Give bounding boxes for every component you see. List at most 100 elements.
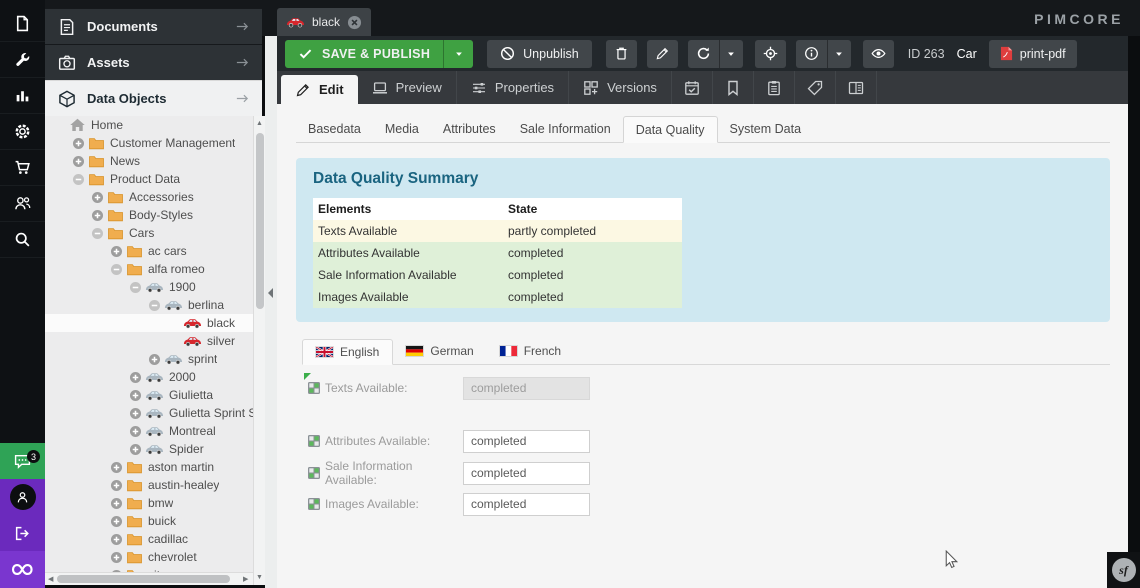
sidebar-ecommerce-button[interactable] [0, 150, 45, 186]
save-publish-button[interactable]: SAVE & PUBLISH [285, 40, 473, 68]
sidebar-documents-button[interactable] [0, 6, 45, 42]
tab-basedata[interactable]: Basedata [296, 115, 373, 142]
tree-item-body-styles[interactable]: Body-Styles [45, 206, 253, 224]
collapse-panel-arrow-icon[interactable] [268, 288, 273, 298]
info-button[interactable] [796, 40, 851, 68]
field-input[interactable]: completed [463, 493, 590, 516]
tree-vertical-scrollbar[interactable]: ▲ ▼ [253, 116, 265, 585]
expand-icon[interactable] [110, 245, 123, 258]
expand-icon[interactable] [110, 461, 123, 474]
tree-item-2000[interactable]: 2000 [45, 368, 253, 386]
scroll-left-arrow[interactable]: ◀ [48, 576, 53, 583]
tree-item-gulietta-sprint-specia[interactable]: Gulietta Sprint Specia [45, 404, 253, 422]
scroll-right-arrow[interactable]: ▶ [243, 576, 248, 583]
tab-versions[interactable]: Versions [569, 71, 672, 104]
reload-button[interactable] [688, 40, 743, 68]
tree-item-spider[interactable]: Spider [45, 440, 253, 458]
tree-item-home[interactable]: Home [45, 116, 253, 134]
expand-icon[interactable] [72, 155, 85, 168]
collapse-icon[interactable] [148, 299, 161, 312]
accordion-assets[interactable]: Assets [45, 44, 262, 80]
expand-icon[interactable] [129, 407, 142, 420]
unpublish-button[interactable]: Unpublish [487, 40, 592, 68]
tree-item-berlina[interactable]: berlina [45, 296, 253, 314]
expand-icon[interactable] [110, 497, 123, 510]
language-tab-german[interactable]: German [393, 338, 486, 364]
collapse-icon[interactable] [110, 263, 123, 276]
tree-item-product-data[interactable]: Product Data [45, 170, 253, 188]
notifications-button[interactable]: 3 [0, 443, 45, 479]
tab-media[interactable]: Media [373, 115, 431, 142]
language-tab-english[interactable]: English [302, 339, 393, 365]
tree-item-1900[interactable]: 1900 [45, 278, 253, 296]
tree-item-alfa-romeo[interactable]: alfa romeo [45, 260, 253, 278]
tree-item-cadillac[interactable]: cadillac [45, 530, 253, 548]
tree-horizontal-scrollbar[interactable]: ◀ ▶ [45, 572, 253, 585]
expand-icon[interactable] [110, 533, 123, 546]
field-input[interactable]: completed [463, 462, 590, 485]
scroll-thumb[interactable] [57, 575, 230, 583]
info-options-dropdown[interactable] [827, 40, 851, 68]
panel-splitter[interactable] [265, 36, 277, 588]
delete-button[interactable] [606, 40, 637, 68]
tree-item-austin-healey[interactable]: austin-healey [45, 476, 253, 494]
logout-button[interactable] [0, 515, 45, 551]
print-pdf-button[interactable]: print-pdf [989, 40, 1077, 68]
open-preview-button[interactable] [863, 40, 894, 68]
tree-item-silver[interactable]: silver [45, 332, 253, 350]
close-icon[interactable] [347, 15, 362, 30]
reload-options-dropdown[interactable] [719, 40, 743, 68]
sidebar-reports-button[interactable] [0, 78, 45, 114]
expand-icon[interactable] [129, 443, 142, 456]
tree-item-accessories[interactable]: Accessories [45, 188, 253, 206]
tree-item-giulietta[interactable]: Giulietta [45, 386, 253, 404]
expand-icon[interactable] [129, 425, 142, 438]
rename-button[interactable] [647, 40, 678, 68]
expand-icon[interactable] [110, 515, 123, 528]
sidebar-settings-button[interactable] [0, 114, 45, 150]
user-profile-button[interactable] [0, 479, 45, 515]
collapse-icon[interactable] [129, 281, 142, 294]
scroll-thumb[interactable] [256, 133, 264, 309]
collapse-icon[interactable] [72, 173, 85, 186]
tree-item-news[interactable]: News [45, 152, 253, 170]
sidebar-search-button[interactable] [0, 222, 45, 258]
tab-edit[interactable]: Edit [281, 75, 358, 104]
sidebar-customers-button[interactable] [0, 186, 45, 222]
tab-book[interactable] [836, 71, 877, 104]
tree-item-cars[interactable]: Cars [45, 224, 253, 242]
sidebar-tools-button[interactable] [0, 42, 45, 78]
scroll-up-arrow[interactable]: ▲ [256, 120, 263, 127]
tab-calendar-check[interactable] [672, 71, 713, 104]
open-object-tab[interactable]: black [277, 8, 371, 36]
tree-item-customer-management[interactable]: Customer Management [45, 134, 253, 152]
collapse-icon[interactable] [91, 227, 104, 240]
locate-in-tree-button[interactable] [755, 40, 786, 68]
language-tab-french[interactable]: French [487, 338, 574, 364]
scroll-down-arrow[interactable]: ▼ [256, 574, 263, 581]
tree-item-chevrolet[interactable]: chevrolet [45, 548, 253, 566]
tree-item-black[interactable]: black [45, 314, 253, 332]
expand-icon[interactable] [91, 191, 104, 204]
tab-preview[interactable]: Preview [358, 71, 457, 104]
tree-item-montreal[interactable]: Montreal [45, 422, 253, 440]
expand-icon[interactable] [129, 389, 142, 402]
save-options-dropdown[interactable] [443, 40, 473, 68]
tab-bookmark[interactable] [713, 71, 754, 104]
tree-item-aston-martin[interactable]: aston martin [45, 458, 253, 476]
expand-icon[interactable] [148, 353, 161, 366]
symfony-profiler-badge[interactable]: sf [1107, 552, 1140, 588]
expand-icon[interactable] [72, 137, 85, 150]
tree-item-buick[interactable]: buick [45, 512, 253, 530]
tree-item-sprint[interactable]: sprint [45, 350, 253, 368]
tab-attributes[interactable]: Attributes [431, 115, 508, 142]
accordion-data-objects[interactable]: Data Objects [45, 80, 262, 116]
pimcore-brand-button[interactable] [0, 551, 45, 588]
expand-icon[interactable] [110, 479, 123, 492]
tab-clipboard[interactable] [754, 71, 795, 104]
tree-item-bmw[interactable]: bmw [45, 494, 253, 512]
expand-icon[interactable] [91, 209, 104, 222]
field-input[interactable]: completed [463, 430, 590, 453]
tree-item-ac-cars[interactable]: ac cars [45, 242, 253, 260]
tab-tag[interactable] [795, 71, 836, 104]
